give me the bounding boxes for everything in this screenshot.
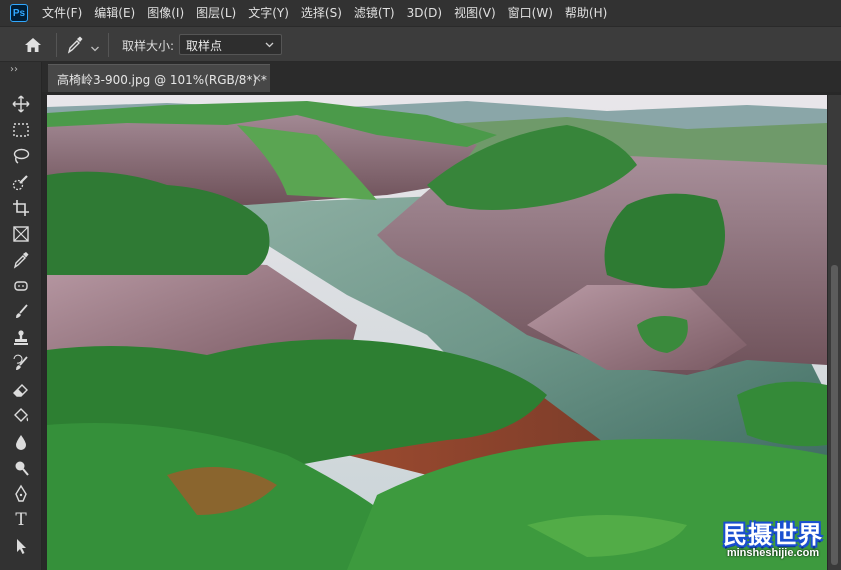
menu-3d[interactable]: 3D(D) <box>401 0 448 26</box>
document-tab-title: 高椅岭3-900.jpg @ 101%(RGB/8*) * <box>57 73 267 87</box>
history-brush-tool-icon[interactable] <box>11 354 31 374</box>
toolbar-collapse-button[interactable]: ›› <box>10 64 18 75</box>
sample-size-value: 取样点 <box>186 39 223 53</box>
options-separator <box>56 33 57 57</box>
tool-preset-dropdown[interactable] <box>90 39 100 52</box>
menu-window[interactable]: 窗口(W) <box>502 0 559 26</box>
tools-panel: ›› T <box>0 62 42 570</box>
menu-bar: Ps 文件(F) 编辑(E) 图像(I) 图层(L) 文字(Y) 选择(S) 滤… <box>0 0 841 26</box>
sample-size-label: 取样大小: <box>122 39 175 53</box>
options-bar: 取样大小: 取样点 <box>0 26 841 62</box>
watermark-title: 民摄世界 <box>723 521 823 549</box>
frame-tool-icon[interactable] <box>11 224 31 244</box>
paint-bucket-tool-icon[interactable] <box>11 406 31 426</box>
close-icon[interactable]: × <box>252 71 262 85</box>
blur-tool-icon[interactable] <box>11 432 31 452</box>
brush-tool-icon[interactable] <box>11 302 31 322</box>
watermark-url: minsheshijie.com <box>726 547 820 559</box>
menu-view[interactable]: 视图(V) <box>448 0 502 26</box>
document-tab[interactable]: 高椅岭3-900.jpg @ 101%(RGB/8*) * × <box>48 64 270 92</box>
tool-preset-picker[interactable] <box>66 35 84 55</box>
landscape-photo <box>47 95 827 570</box>
home-icon <box>25 38 41 52</box>
pen-tool-icon[interactable] <box>11 484 31 504</box>
menu-type[interactable]: 文字(Y) <box>242 0 295 26</box>
menu-edit[interactable]: 编辑(E) <box>88 0 141 26</box>
chevron-down-icon <box>91 46 99 52</box>
move-tool-icon[interactable] <box>11 94 31 114</box>
home-button[interactable] <box>22 35 44 55</box>
crop-tool-icon[interactable] <box>11 198 31 218</box>
menu-file[interactable]: 文件(F) <box>36 0 88 26</box>
lasso-tool-icon[interactable] <box>11 146 31 166</box>
canvas-area[interactable] <box>42 92 841 570</box>
vertical-scrollbar[interactable] <box>828 95 841 570</box>
type-tool-icon[interactable]: T <box>11 510 31 530</box>
eyedropper-icon <box>67 36 83 54</box>
options-separator <box>108 33 109 57</box>
menu-image[interactable]: 图像(I) <box>141 0 190 26</box>
chevron-down-icon <box>265 42 274 48</box>
menu-help[interactable]: 帮助(H) <box>559 0 613 26</box>
eraser-tool-icon[interactable] <box>11 380 31 400</box>
menu-select[interactable]: 选择(S) <box>295 0 348 26</box>
marquee-tool-icon[interactable] <box>11 120 31 140</box>
eyedropper-tool-icon[interactable] <box>11 250 31 270</box>
watermark: 民摄世界 minsheshijie.com <box>713 515 833 565</box>
menu-filter[interactable]: 滤镜(T) <box>348 0 401 26</box>
path-selection-tool-icon[interactable] <box>11 536 31 556</box>
dodge-tool-icon[interactable] <box>11 458 31 478</box>
quick-selection-tool-icon[interactable] <box>11 172 31 192</box>
sample-size-select[interactable]: 取样点 <box>179 34 282 55</box>
menu-layer[interactable]: 图层(L) <box>190 0 242 26</box>
photoshop-logo-icon: Ps <box>10 4 28 22</box>
clone-stamp-tool-icon[interactable] <box>11 328 31 348</box>
spot-healing-tool-icon[interactable] <box>11 276 31 296</box>
document-tab-bar: 高椅岭3-900.jpg @ 101%(RGB/8*) * × <box>42 62 841 92</box>
